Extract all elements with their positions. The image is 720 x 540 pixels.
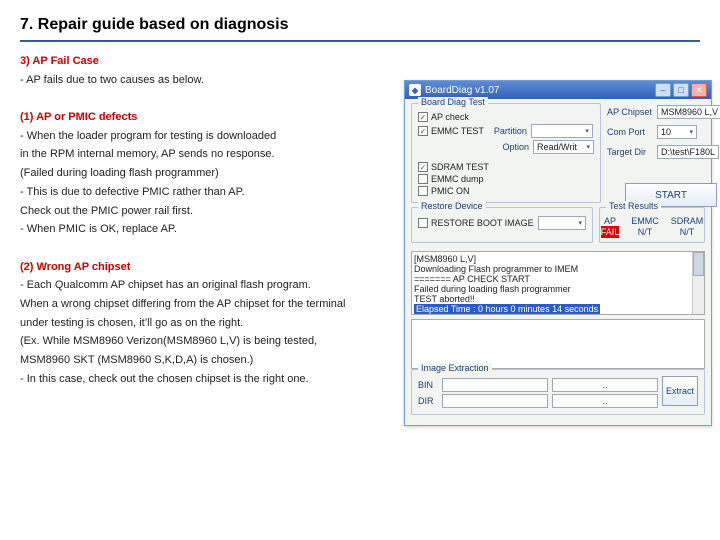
log-line: Failed during loading flash programmer <box>414 284 702 294</box>
extract-button[interactable]: Extract <box>662 376 698 406</box>
group-title-results: Test Results <box>606 201 661 211</box>
res-sdram-label: SDRAM <box>671 216 704 226</box>
title-divider <box>20 40 700 42</box>
bin-field[interactable] <box>442 378 548 392</box>
option-value: Read/Writ <box>537 142 577 152</box>
maximize-button[interactable]: □ <box>673 83 689 97</box>
scrollbar-thumb[interactable] <box>693 252 704 276</box>
cb-emmc-test-label: EMMC TEST <box>431 126 484 136</box>
group-title-restore: Restore Device <box>418 201 486 211</box>
chevron-down-icon: ▾ <box>578 219 582 227</box>
option-label: Option <box>502 142 529 152</box>
page-title: 7. Repair guide based on diagnosis <box>0 0 720 40</box>
scrollbar[interactable] <box>692 252 704 314</box>
group-title-extract: Image Extraction <box>418 363 492 373</box>
close-button[interactable]: ✕ <box>691 83 707 97</box>
cb-ap-check-label: AP check <box>431 112 469 122</box>
blank-pane <box>411 319 705 369</box>
cb-ap-check[interactable]: AP check <box>418 112 469 122</box>
target-dir-field[interactable]: D:\test\F180L <box>657 145 719 159</box>
cb-sdram-label: SDRAM TEST <box>431 162 489 172</box>
com-port-value: 10 <box>661 127 671 137</box>
cb-restore-label: RESTORE BOOT IMAGE <box>431 218 534 228</box>
res-sdram-value: N/T <box>671 226 704 238</box>
checkbox-icon <box>418 126 428 136</box>
target-dir-value: D:\test\F180L <box>661 147 715 157</box>
group-title-diag: Board Diag Test <box>418 97 488 107</box>
cb-emmc-test[interactable]: EMMC TEST <box>418 126 484 136</box>
checkbox-icon <box>418 186 428 196</box>
dir-field[interactable] <box>442 394 548 408</box>
cb-restore[interactable]: RESTORE BOOT IMAGE <box>418 218 534 228</box>
res-emmc-value: N/T <box>631 226 659 238</box>
bin-browse-button[interactable]: .. <box>552 378 658 392</box>
group-extract: Image Extraction BIN .. DIR .. Extract <box>411 369 705 415</box>
cb-emmc-dump[interactable]: EMMC dump <box>418 174 484 184</box>
chevron-down-icon: ▾ <box>689 128 693 136</box>
chevron-down-icon: ▾ <box>585 127 589 135</box>
res-emmc-label: EMMC <box>631 216 659 226</box>
log-pane[interactable]: [MSM8960 L,V] Downloading Flash programm… <box>411 251 705 315</box>
log-line: Downloading Flash programmer to IMEM <box>414 264 702 274</box>
ap-chipset-label: AP Chipset <box>607 107 653 117</box>
ap-chipset-value: MSM8960 L,V <box>661 107 718 117</box>
cb-sdram[interactable]: SDRAM TEST <box>418 162 489 172</box>
com-port-combo[interactable]: 10 ▾ <box>657 125 697 139</box>
target-dir-label: Target Dir <box>607 147 653 157</box>
dir-label: DIR <box>418 396 438 406</box>
partition-label: Partition <box>494 126 527 136</box>
cb-pmic-on[interactable]: PMIC ON <box>418 186 470 196</box>
log-line: TEST aborted!! <box>414 294 702 304</box>
cb-emmc-dump-label: EMMC dump <box>431 174 484 184</box>
checkbox-icon <box>418 162 428 172</box>
app-icon: ◆ <box>409 84 421 96</box>
com-port-label: Com Port <box>607 127 653 137</box>
checkbox-icon <box>418 112 428 122</box>
restore-combo[interactable]: ▾ <box>538 216 586 230</box>
ap-chipset-combo[interactable]: MSM8960 L,V▾ <box>657 105 720 119</box>
checkbox-icon <box>418 174 428 184</box>
chevron-down-icon: ▾ <box>586 143 590 151</box>
checkbox-icon <box>418 218 428 228</box>
boarddiag-window: ◆ BoardDiag v1.07 – □ ✕ Board Diag Test … <box>404 80 712 426</box>
group-results: Test Results APFAIL EMMCN/T SDRAMN/T <box>599 207 705 243</box>
log-highlight: Elapsed Time : 0 hours 0 minutes 14 seco… <box>414 304 600 314</box>
cb-pmic-on-label: PMIC ON <box>431 186 470 196</box>
partition-combo[interactable]: ▾ <box>531 124 593 138</box>
bin-label: BIN <box>418 380 438 390</box>
log-line: [MSM8960 L,V] <box>414 254 702 264</box>
option-combo[interactable]: Read/Writ ▾ <box>533 140 594 154</box>
group-board-diag: Board Diag Test AP check EMMC TEST Parti… <box>411 103 601 203</box>
res-ap-value: FAIL <box>601 226 620 238</box>
group-restore: Restore Device RESTORE BOOT IMAGE ▾ <box>411 207 593 243</box>
window-title: BoardDiag v1.07 <box>425 85 500 96</box>
dir-browse-button[interactable]: .. <box>552 394 658 408</box>
minimize-button[interactable]: – <box>655 83 671 97</box>
log-line: ======= AP CHECK START <box>414 274 702 284</box>
sec3-heading: 3) AP Fail Case <box>20 52 700 71</box>
res-ap-label: AP <box>601 216 620 226</box>
